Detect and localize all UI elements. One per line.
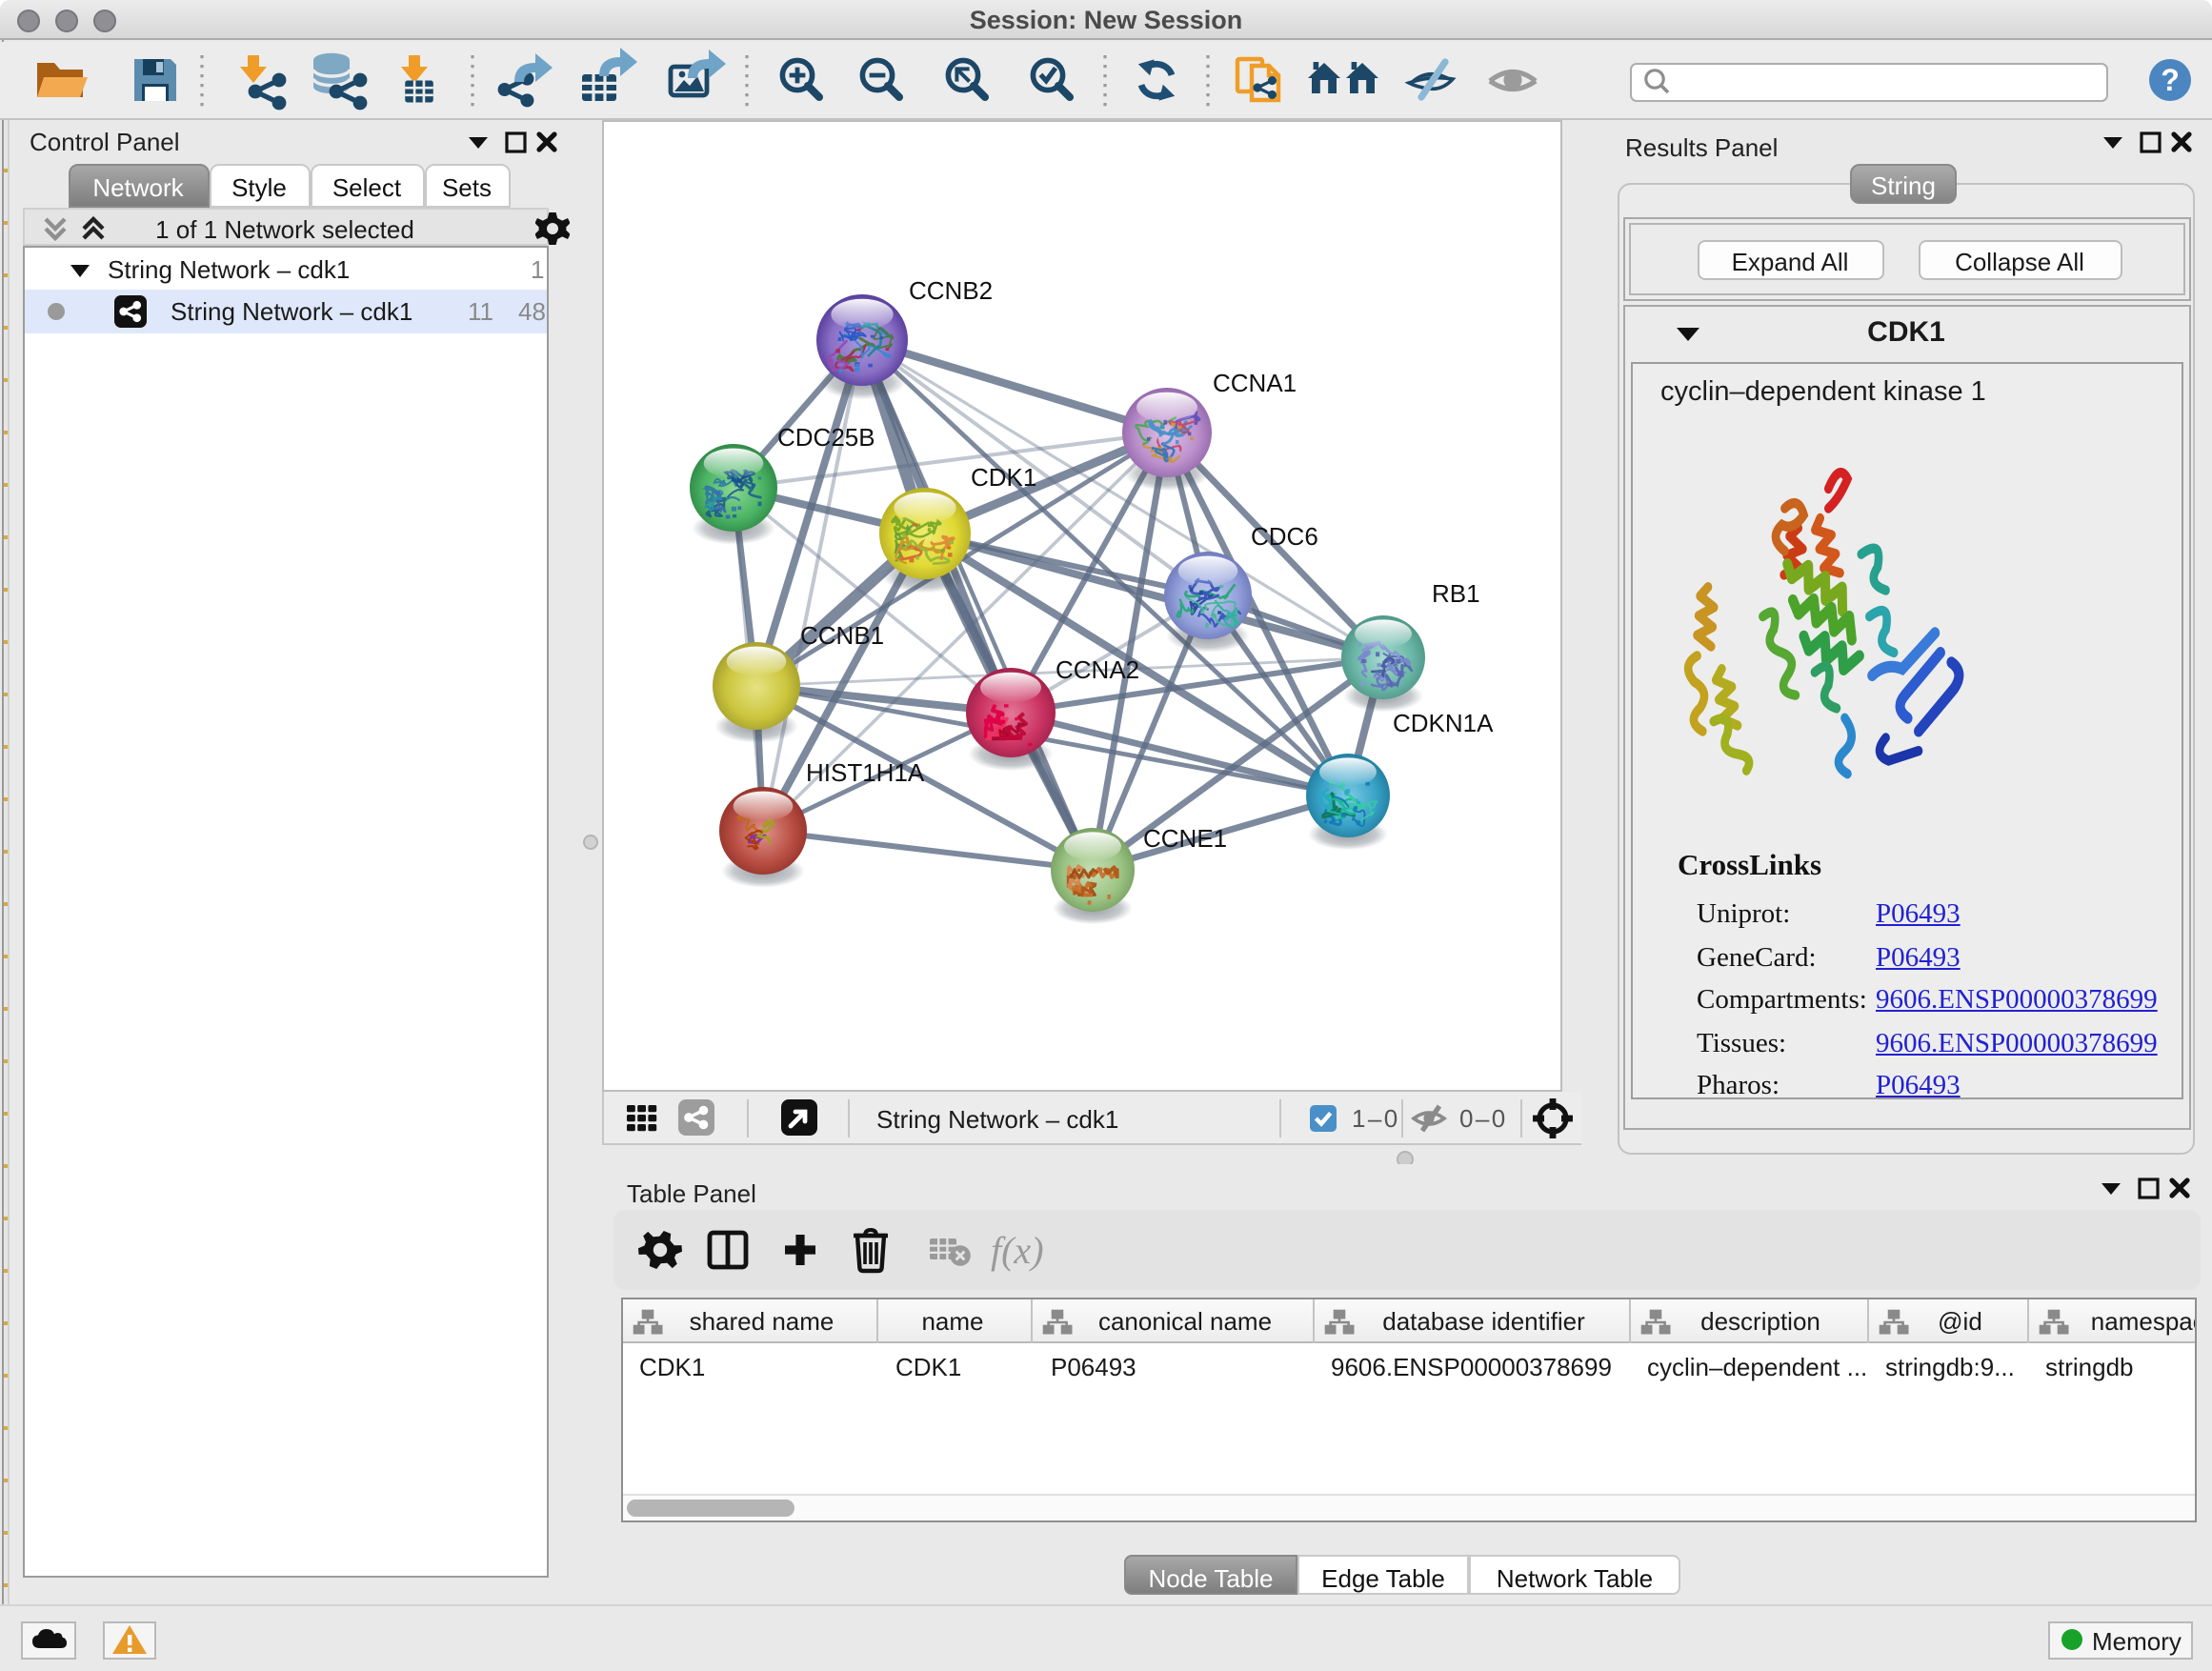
svg-text:CDC25B: CDC25B	[777, 423, 875, 452]
svg-text:CDC6: CDC6	[1251, 522, 1318, 551]
svg-text:CCNA1: CCNA1	[1213, 369, 1297, 397]
svg-text:1 – 0: 1 – 0	[1352, 1104, 1398, 1133]
svg-text:?: ?	[2161, 63, 2180, 97]
svg-text:RB1: RB1	[1432, 579, 1480, 608]
svg-text:0 – 0: 0 – 0	[1459, 1104, 1505, 1133]
svg-text:f(x): f(x)	[991, 1229, 1044, 1272]
svg-text:CDK1: CDK1	[971, 463, 1036, 492]
svg-text:CCNA2: CCNA2	[1056, 655, 1139, 684]
svg-text:CCNE1: CCNE1	[1143, 824, 1227, 853]
svg-text:HIST1H1A: HIST1H1A	[806, 758, 925, 787]
svg-text:CCNB2: CCNB2	[909, 276, 993, 305]
svg-text:CCNB1: CCNB1	[800, 621, 884, 650]
svg-text:CDKN1A: CDKN1A	[1393, 709, 1494, 737]
